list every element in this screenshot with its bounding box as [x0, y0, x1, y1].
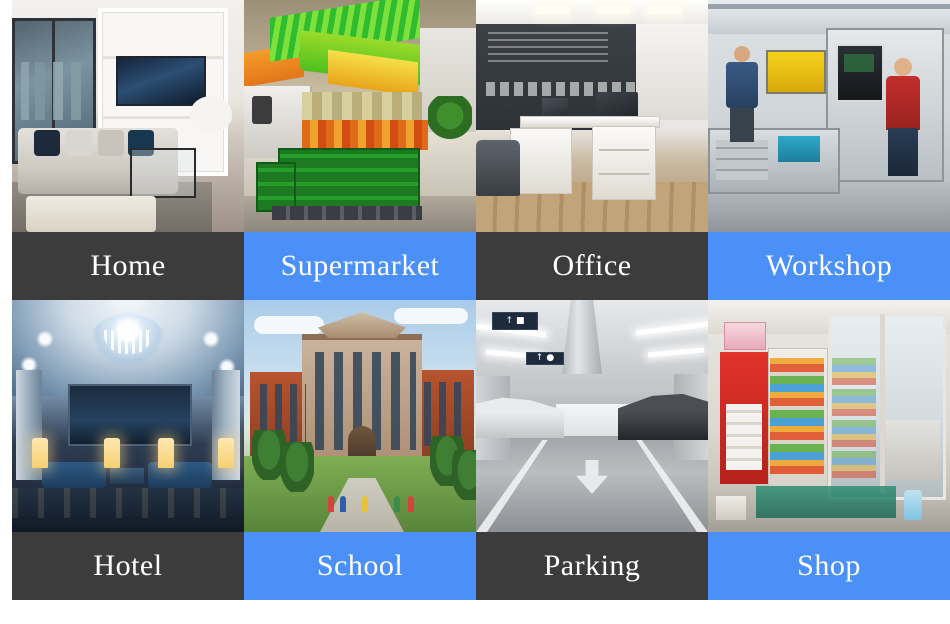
shop-red-display-stand — [720, 352, 768, 484]
workshop-worker-left — [726, 46, 760, 142]
scenario-card-school[interactable]: School — [244, 300, 476, 600]
workshop-ceiling-beam — [708, 4, 950, 9]
office-chair — [476, 140, 520, 196]
scenario-label-home: Home — [12, 232, 244, 300]
worker-torso — [726, 62, 758, 108]
hotel-floor-reflection — [12, 488, 244, 518]
home-city-skyline — [15, 62, 87, 120]
home-ottoman — [26, 196, 156, 232]
hotel-ceiling-light — [36, 330, 54, 348]
scenario-card-home[interactable]: Home — [12, 0, 244, 300]
shop-door-mullion — [880, 314, 885, 494]
up-arrow-icon: ↑ — [505, 315, 514, 326]
office-wall-paragraph-text — [488, 28, 608, 62]
car-icon: ■ — [516, 315, 525, 326]
office-filing-cabinet — [592, 126, 656, 200]
supermarket-green-crates — [278, 148, 420, 212]
office-partition — [636, 16, 708, 120]
school-student — [408, 496, 414, 512]
school-tree — [280, 442, 314, 492]
school-student — [340, 496, 346, 512]
office-monitor — [596, 92, 638, 118]
workshop-control-panel — [836, 44, 884, 102]
home-cushion — [98, 130, 124, 156]
photo-shop — [708, 300, 950, 532]
shop-interior-goods — [832, 358, 876, 478]
photo-supermarket — [244, 0, 476, 232]
hotel-coffee-table — [110, 468, 144, 484]
school-student — [328, 496, 334, 512]
application-scenarios-grid: Home Supermarket Office Workshop Hotel S… — [0, 0, 950, 624]
hotel-table-lamp — [104, 438, 120, 468]
school-tree — [452, 450, 476, 500]
photo-school — [244, 300, 476, 532]
parking-far-wall — [556, 404, 628, 436]
workshop-tool-case — [778, 136, 820, 162]
supermarket-produce-display — [302, 120, 428, 150]
shop-product-goods — [770, 358, 824, 474]
scenario-row-1: Home Supermarket Office Workshop — [0, 0, 950, 300]
up-arrow-icon: ↑ — [535, 353, 544, 363]
school-entrance — [348, 426, 376, 460]
photo-home — [12, 0, 244, 232]
worker-head — [734, 46, 750, 62]
scenario-label-shop: Shop — [708, 532, 950, 600]
home-floor-lamp — [190, 96, 232, 132]
photo-hotel — [12, 300, 244, 532]
hotel-window — [68, 384, 192, 446]
scenario-label-office: Office — [476, 232, 708, 300]
shop-entrance-mat — [756, 486, 896, 518]
worker-legs — [888, 128, 918, 176]
shop-carton-box — [716, 496, 746, 520]
shop-water-bottle — [904, 490, 922, 520]
scenario-label-hotel: Hotel — [12, 532, 244, 600]
scenario-label-school: School — [244, 532, 476, 600]
parking-direction-sign: ↑ ● — [526, 352, 564, 365]
hotel-table-lamp — [218, 438, 234, 468]
worker-legs — [730, 108, 754, 142]
home-cushion — [66, 130, 92, 156]
photo-parking: ↑ ■ ↑ ● — [476, 300, 708, 532]
school-student — [394, 496, 400, 512]
hotel-ceiling-light — [202, 330, 220, 348]
hotel-table-lamp — [158, 438, 174, 468]
office-ceiling-light — [596, 6, 630, 14]
office-monitor — [542, 98, 568, 118]
supermarket-pallet — [272, 206, 422, 220]
school-cloud — [254, 316, 324, 334]
supermarket-green-crates — [256, 162, 296, 212]
scenario-card-parking[interactable]: ↑ ■ ↑ ● Parking — [476, 300, 708, 600]
hotel-table-lamp — [32, 438, 48, 468]
pedestrian-icon: ● — [546, 353, 555, 363]
workshop-worker-right — [884, 58, 924, 176]
scenario-label-workshop: Workshop — [708, 232, 950, 300]
school-cloud — [394, 308, 468, 324]
office-ceiling-light — [536, 6, 570, 14]
supermarket-plant — [428, 96, 472, 140]
scenario-label-supermarket: Supermarket — [244, 232, 476, 300]
parking-direction-sign: ↑ ■ — [492, 312, 538, 330]
shop-poster — [724, 322, 766, 350]
hotel-chandelier — [90, 314, 166, 368]
scenario-card-hotel[interactable]: Hotel — [12, 300, 244, 600]
workshop-yellow-machine — [766, 50, 826, 94]
school-student — [362, 496, 368, 512]
home-television — [116, 56, 206, 106]
home-side-table — [130, 148, 196, 198]
scenario-card-office[interactable]: Office — [476, 0, 708, 300]
scenario-card-supermarket[interactable]: Supermarket — [244, 0, 476, 300]
scenario-card-shop[interactable]: Shop — [708, 300, 950, 600]
worker-head — [894, 58, 912, 76]
home-cushion — [34, 130, 60, 156]
office-ceiling-light — [648, 6, 682, 14]
photo-office — [476, 0, 708, 232]
scenario-label-parking: Parking — [476, 532, 708, 600]
shop-counter — [886, 420, 940, 480]
hotel-sofa — [42, 462, 106, 488]
scenario-card-workshop[interactable]: Workshop — [708, 0, 950, 300]
photo-workshop — [708, 0, 950, 232]
scenario-row-2: Hotel School ↑ ■ ↑ ● Parking Shop — [0, 300, 950, 600]
worker-torso — [886, 76, 920, 130]
